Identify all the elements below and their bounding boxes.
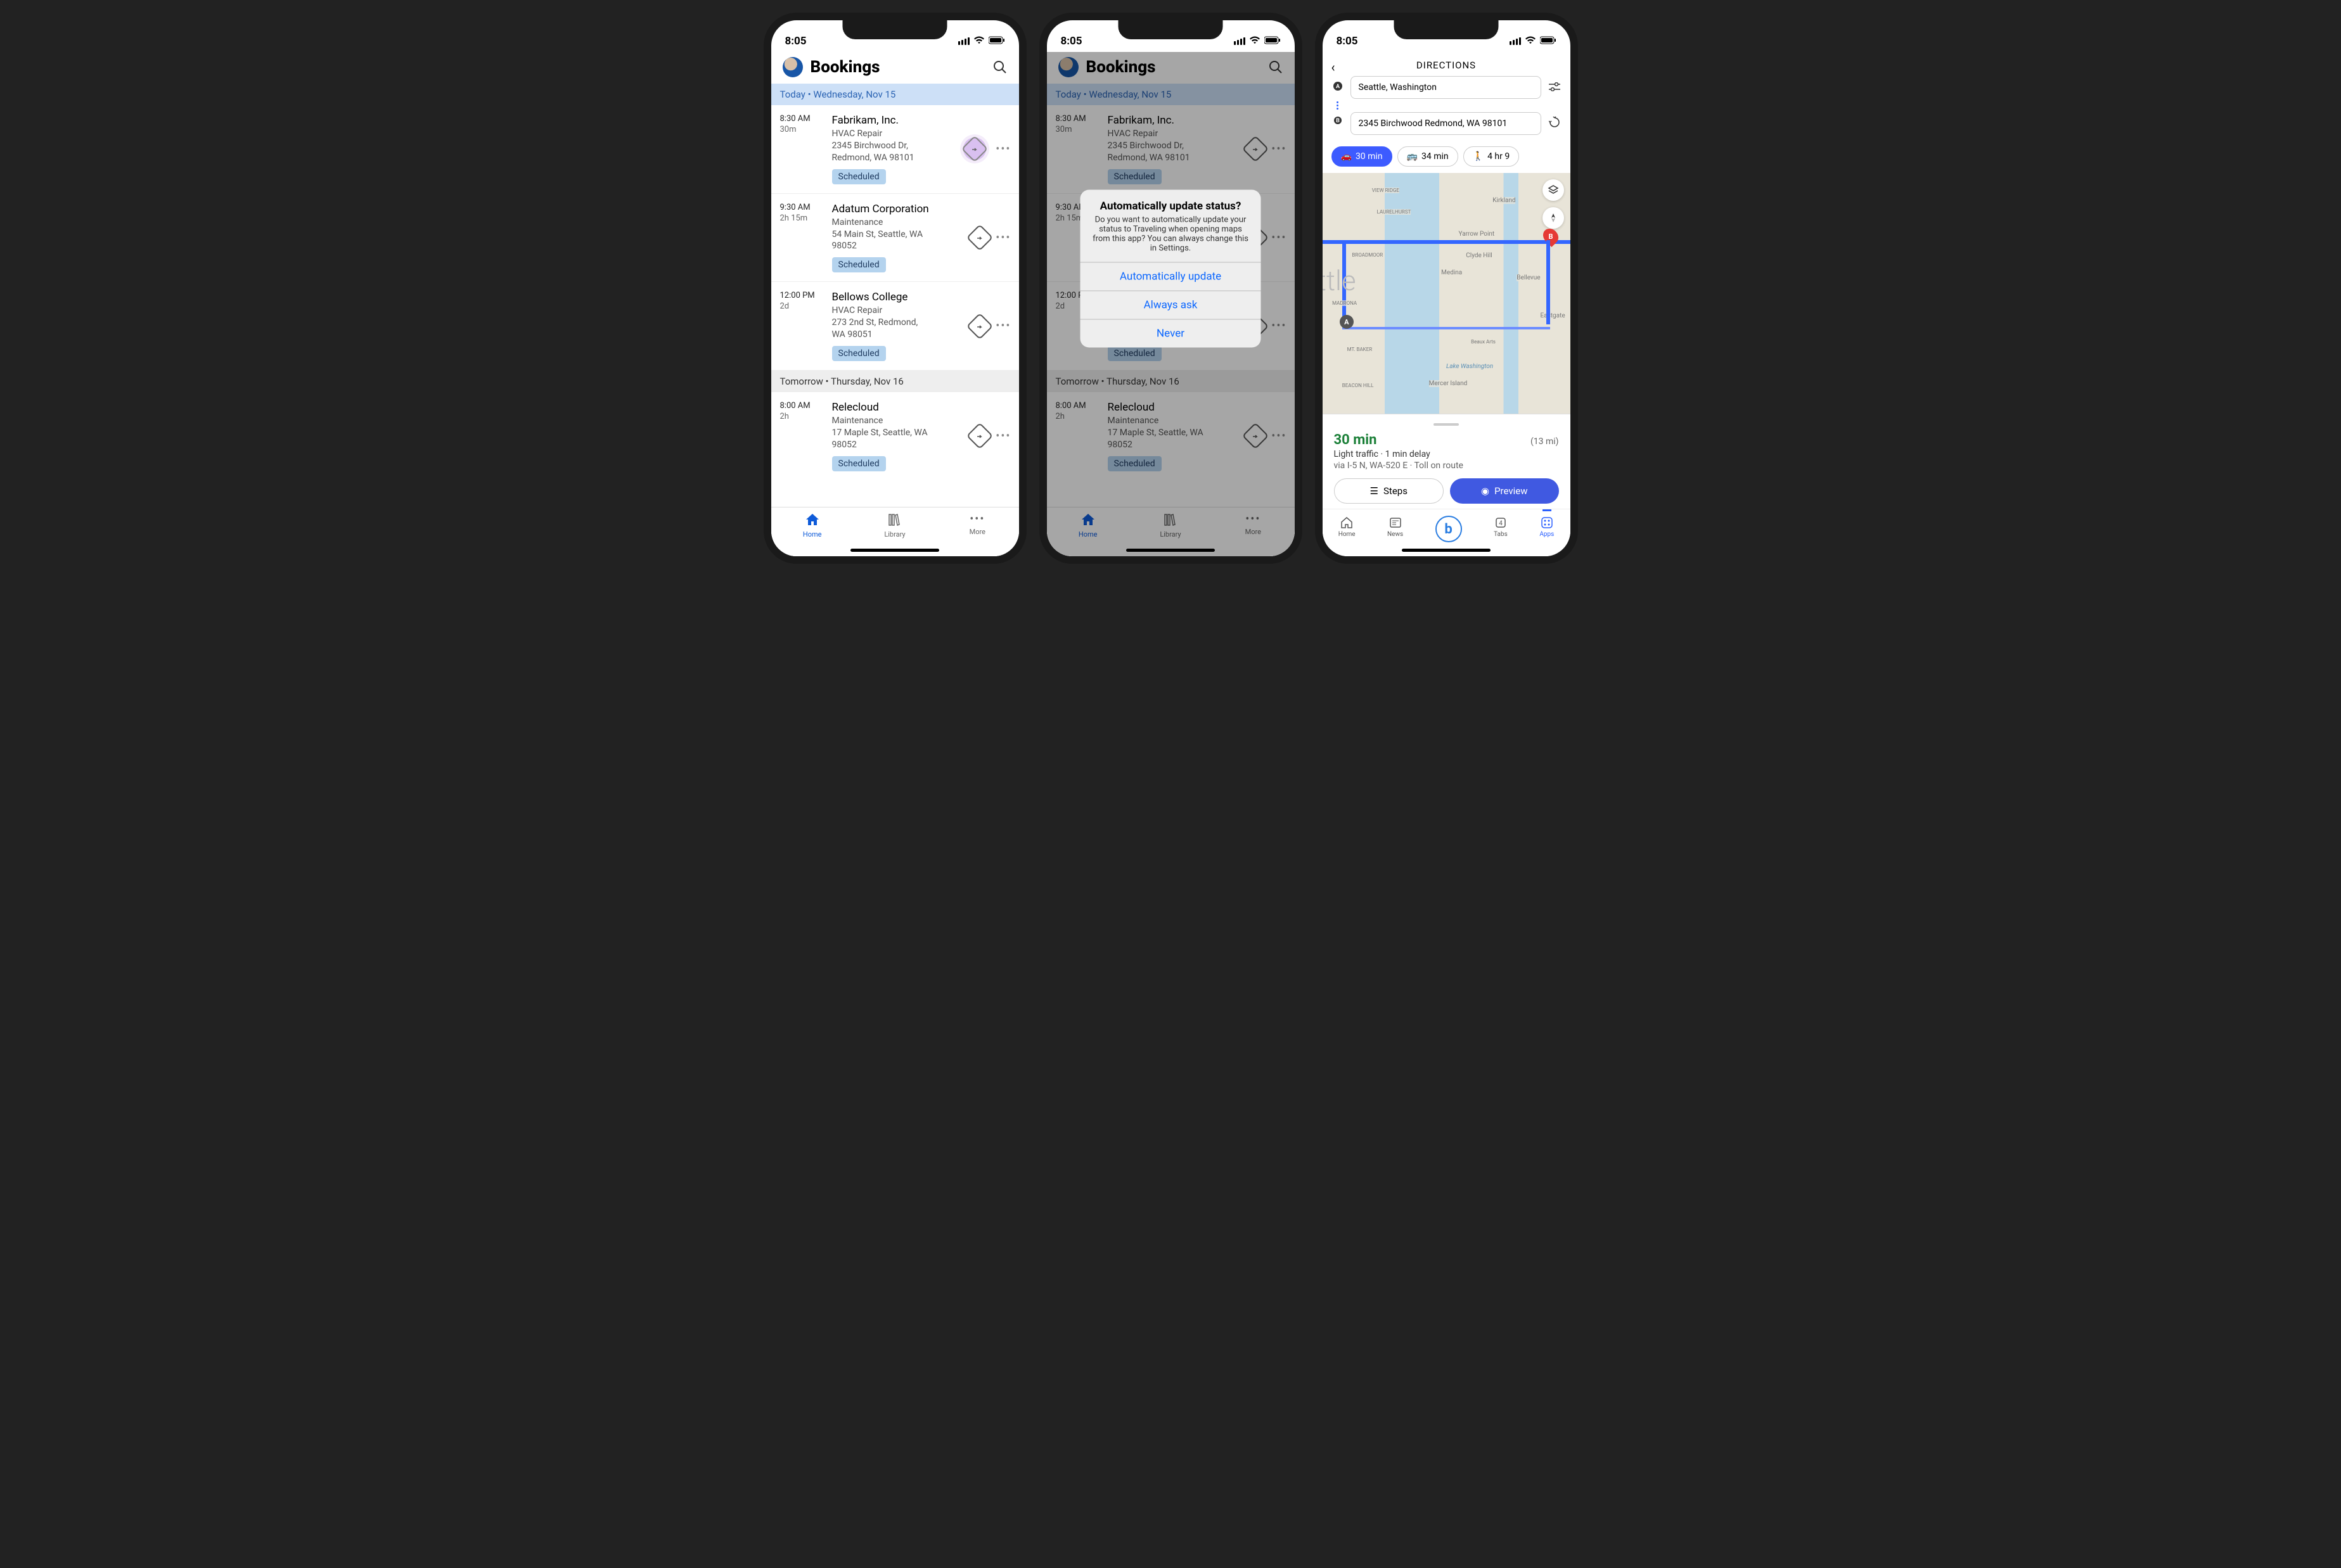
- booking-list[interactable]: 8:30 AM30m Fabrikam, Inc. HVAC Repair 23…: [771, 105, 1019, 507]
- layers-icon[interactable]: [1542, 179, 1564, 201]
- from-input[interactable]: Seattle, Washington: [1350, 76, 1541, 99]
- back-icon[interactable]: ‹: [1331, 60, 1336, 75]
- map[interactable]: A B Kirkland Bellevue Medina Clyde Hill …: [1323, 173, 1570, 414]
- dialog-option-auto[interactable]: Automatically update: [1081, 262, 1261, 291]
- tab-more[interactable]: ••• More: [952, 513, 1003, 556]
- signal-icon: [1510, 37, 1521, 45]
- phone-directions: 8:05 ‹ DIRECTIONS A Seattle, Washington …: [1315, 13, 1578, 564]
- booking-name: Fabrikam, Inc.: [832, 114, 954, 127]
- directions-button-highlighted[interactable]: [960, 134, 989, 163]
- search-icon[interactable]: [992, 60, 1008, 75]
- wifi-icon: [973, 35, 985, 47]
- route-distance: (13 mi): [1530, 437, 1559, 447]
- route-summary-sheet[interactable]: 30 min (13 mi) Light traffic · 1 min del…: [1323, 414, 1570, 509]
- pin-b-icon: B: [1331, 116, 1344, 131]
- status-time: 8:05: [1061, 35, 1082, 48]
- steps-button[interactable]: ☰Steps: [1334, 478, 1444, 504]
- tab-home[interactable]: Home: [787, 513, 838, 556]
- dialog-option-ask[interactable]: Always ask: [1081, 291, 1261, 319]
- nav-home[interactable]: Home: [1338, 516, 1356, 544]
- home-indicator[interactable]: [1126, 549, 1215, 552]
- battery-icon: [1540, 35, 1556, 47]
- bing-icon: b: [1435, 516, 1462, 542]
- swap-icon[interactable]: [1548, 117, 1562, 131]
- notch: [843, 20, 947, 39]
- nav-tabs[interactable]: 4Tabs: [1494, 516, 1508, 544]
- directions-header: ‹ DIRECTIONS: [1323, 52, 1570, 76]
- home-indicator[interactable]: [1402, 549, 1491, 552]
- walk-icon: 🚶: [1473, 151, 1484, 162]
- header: Bookings: [771, 52, 1019, 84]
- route-traffic: Light traffic · 1 min delay: [1334, 449, 1559, 459]
- more-icon[interactable]: •••: [996, 143, 1011, 156]
- booking-name: Adatum Corporation: [832, 203, 965, 215]
- nav-apps[interactable]: Apps: [1539, 516, 1554, 544]
- status-badge: Scheduled: [832, 346, 886, 361]
- wifi-icon: [1525, 35, 1536, 47]
- booking-name: Relecloud: [832, 401, 965, 414]
- booking-item[interactable]: 12:00 PM2d Bellows College HVAC Repair 2…: [771, 282, 1019, 371]
- mode-car[interactable]: 🚗30 min: [1331, 146, 1392, 167]
- battery-icon: [989, 35, 1005, 47]
- directions-icon[interactable]: [966, 224, 993, 251]
- svg-text:4: 4: [1499, 520, 1503, 527]
- route-dots-icon: [1331, 101, 1344, 110]
- home-indicator[interactable]: [850, 549, 939, 552]
- section-tomorrow: Tomorrow • Thursday, Nov 16: [771, 371, 1019, 392]
- more-icon[interactable]: •••: [996, 430, 1011, 443]
- route-via: via I-5 N, WA-520 E · Toll on route: [1334, 461, 1559, 471]
- notch: [1119, 20, 1223, 39]
- battery-icon: [1264, 35, 1281, 47]
- phone-bookings: 8:05 Bookings Today • Wednesday, Nov 15 …: [764, 13, 1027, 564]
- travel-modes: 🚗30 min 🚌34 min 🚶4 hr 9: [1323, 146, 1570, 173]
- signal-icon: [958, 37, 970, 45]
- status-badge: Scheduled: [832, 456, 886, 471]
- booking-item[interactable]: 8:00 AM2h Relecloud Maintenance 17 Maple…: [771, 392, 1019, 480]
- status-time: 8:05: [785, 35, 807, 48]
- preview-button[interactable]: ◉Preview: [1450, 478, 1559, 504]
- status-badge: Scheduled: [832, 169, 886, 184]
- nav-bing[interactable]: b: [1435, 516, 1462, 544]
- to-input[interactable]: 2345 Birchwood Redmond, WA 98101: [1350, 112, 1541, 135]
- signal-icon: [1234, 37, 1245, 45]
- more-icon[interactable]: •••: [996, 319, 1011, 333]
- wifi-icon: [1249, 35, 1260, 47]
- dialog-option-never[interactable]: Never: [1081, 319, 1261, 348]
- mode-walk[interactable]: 🚶4 hr 9: [1463, 146, 1520, 167]
- dialog-title: Automatically update status?: [1081, 190, 1261, 215]
- page-title: Bookings: [811, 58, 985, 77]
- status-badge: Scheduled: [832, 257, 886, 272]
- route-time: 30 min: [1334, 432, 1377, 448]
- car-icon: 🚗: [1341, 151, 1352, 162]
- map-pin-b: B: [1540, 226, 1562, 247]
- notch: [1394, 20, 1499, 39]
- mode-transit[interactable]: 🚌34 min: [1397, 146, 1458, 167]
- directions-icon[interactable]: [966, 423, 993, 449]
- bus-icon: 🚌: [1407, 151, 1418, 162]
- section-today: Today • Wednesday, Nov 15: [771, 84, 1019, 105]
- directions-icon[interactable]: [966, 312, 993, 339]
- status-dialog: Automatically update status? Do you want…: [1081, 190, 1261, 348]
- more-icon[interactable]: •••: [996, 231, 1011, 245]
- nav-news[interactable]: News: [1387, 516, 1403, 544]
- options-icon[interactable]: [1548, 82, 1562, 94]
- sheet-handle[interactable]: [1433, 423, 1459, 426]
- map-pin-a: A: [1340, 315, 1354, 329]
- svg-text:B: B: [1336, 118, 1340, 124]
- phone-bookings-dialog: 8:05 Bookings Today • Wednesday, Nov 15 …: [1039, 13, 1302, 564]
- dialog-message: Do you want to automatically update your…: [1081, 215, 1261, 262]
- booking-name: Bellows College: [832, 291, 965, 303]
- booking-item[interactable]: 8:30 AM30m Fabrikam, Inc. HVAC Repair 23…: [771, 105, 1019, 194]
- svg-text:A: A: [1335, 84, 1340, 90]
- avatar[interactable]: [783, 57, 803, 77]
- status-time: 8:05: [1337, 35, 1358, 48]
- compass-icon[interactable]: [1542, 207, 1564, 229]
- eye-icon: ◉: [1481, 485, 1489, 497]
- pin-a-icon: A: [1331, 81, 1344, 94]
- list-icon: ☰: [1370, 485, 1378, 497]
- booking-item[interactable]: 9:30 AM2h 15m Adatum Corporation Mainten…: [771, 194, 1019, 283]
